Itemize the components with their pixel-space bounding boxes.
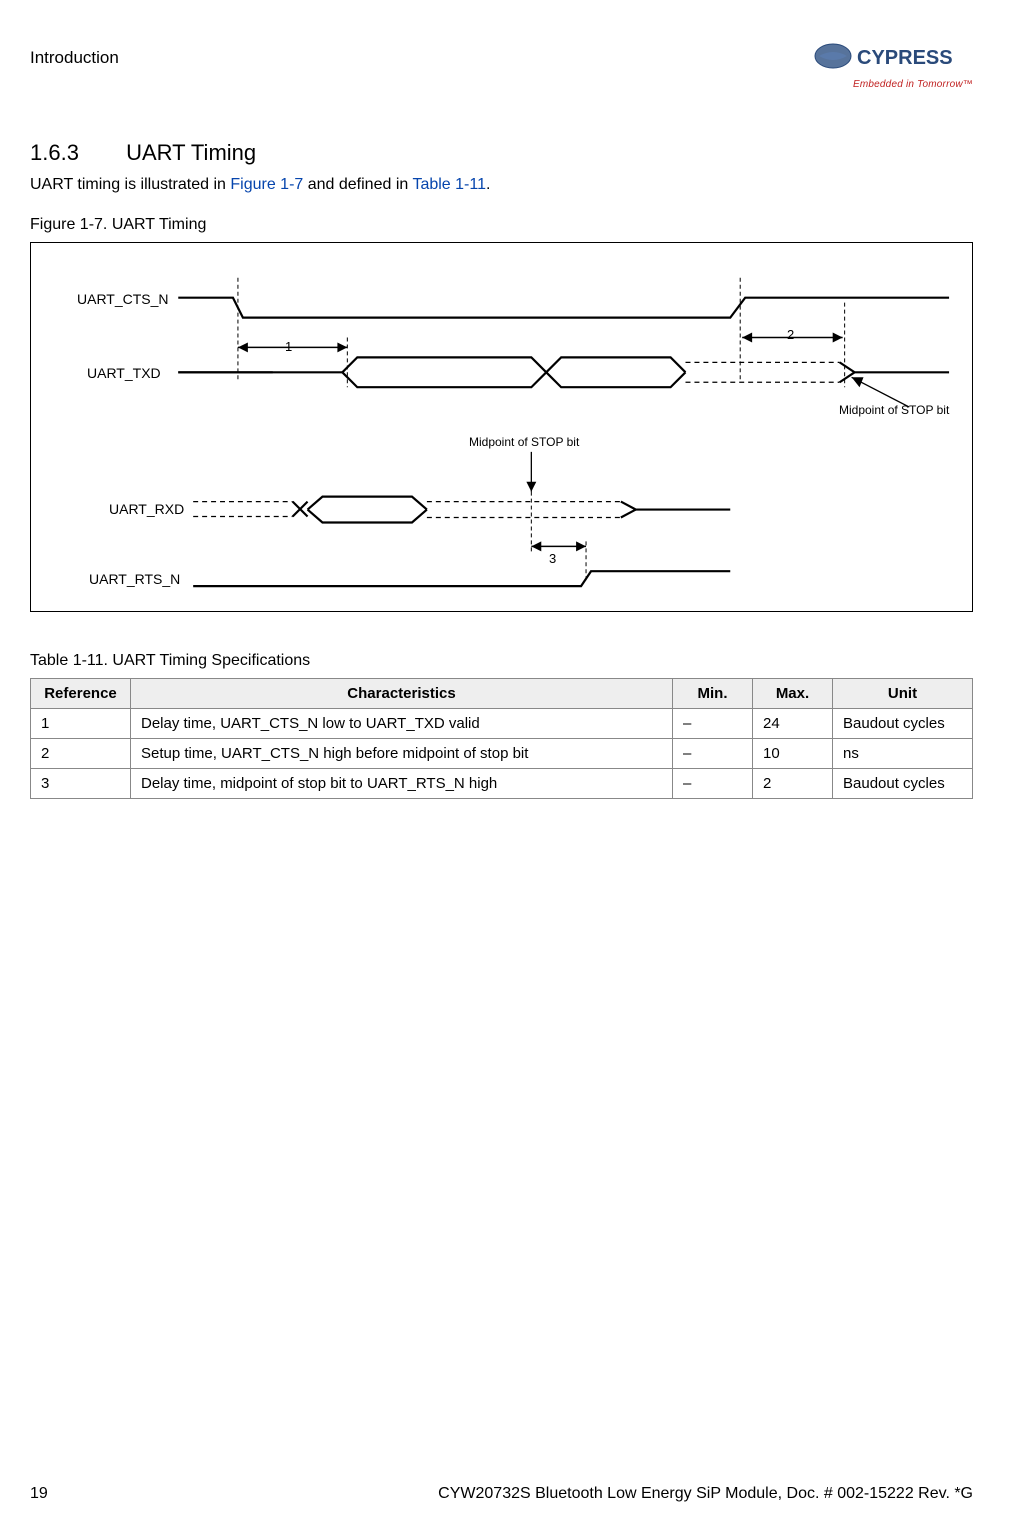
dimension-2: 2: [787, 327, 794, 342]
cell-ref: 3: [31, 769, 131, 799]
cell-min: –: [673, 709, 753, 739]
cell-unit: ns: [833, 739, 973, 769]
table-caption: Table 1-11. UART Timing Specifications: [30, 652, 973, 670]
signal-label-rxd: UART_RXD: [109, 501, 184, 517]
uart-timing-spec-table: Reference Characteristics Min. Max. Unit…: [30, 678, 973, 799]
vendor-logo-block: CYPRESS Embedded in Tomorrow™: [813, 40, 973, 90]
logo-text: CYPRESS: [857, 47, 953, 69]
figure-caption: Figure 1-7. UART Timing: [30, 216, 973, 234]
dimension-1: 1: [285, 339, 292, 354]
section-title: UART Timing: [126, 140, 256, 165]
signal-label-txd: UART_TXD: [87, 365, 161, 381]
cell-ref: 1: [31, 709, 131, 739]
signal-label-rts: UART_RTS_N: [89, 571, 180, 587]
th-characteristics: Characteristics: [131, 679, 673, 709]
intro-text-suffix: .: [486, 176, 490, 193]
timing-diagram-svg: [31, 243, 972, 611]
th-unit: Unit: [833, 679, 973, 709]
cell-char: Setup time, UART_CTS_N high before midpo…: [131, 739, 673, 769]
page-number: 19: [30, 1485, 48, 1503]
running-section-label: Introduction: [30, 40, 119, 68]
th-reference: Reference: [31, 679, 131, 709]
cypress-logo-icon: CYPRESS: [813, 40, 973, 76]
intro-text-mid: and defined in: [303, 176, 412, 193]
annotation-midpoint-bottom: Midpoint of STOP bit: [469, 435, 579, 449]
cell-min: –: [673, 739, 753, 769]
table-crossref-link[interactable]: Table 1-11: [412, 176, 486, 193]
th-max: Max.: [753, 679, 833, 709]
annotation-midpoint-top: Midpoint of STOP bit: [839, 403, 949, 417]
cell-max: 2: [753, 769, 833, 799]
cell-max: 10: [753, 739, 833, 769]
table-row: 2 Setup time, UART_CTS_N high before mid…: [31, 739, 973, 769]
table-header-row: Reference Characteristics Min. Max. Unit: [31, 679, 973, 709]
page: Introduction CYPRESS Embedded in Tomorro…: [0, 0, 1033, 1533]
cell-unit: Baudout cycles: [833, 709, 973, 739]
signal-label-cts: UART_CTS_N: [77, 291, 169, 307]
th-min: Min.: [673, 679, 753, 709]
page-header: Introduction CYPRESS Embedded in Tomorro…: [30, 40, 973, 90]
table-row: 3 Delay time, midpoint of stop bit to UA…: [31, 769, 973, 799]
cell-max: 24: [753, 709, 833, 739]
intro-paragraph: UART timing is illustrated in Figure 1-7…: [30, 176, 973, 194]
doc-reference: CYW20732S Bluetooth Low Energy SiP Modul…: [438, 1485, 973, 1503]
logo-tagline: Embedded in Tomorrow™: [813, 79, 973, 90]
section-number: 1.6.3: [30, 140, 120, 166]
cell-char: Delay time, midpoint of stop bit to UART…: [131, 769, 673, 799]
intro-text-prefix: UART timing is illustrated in: [30, 176, 230, 193]
page-footer: 19 CYW20732S Bluetooth Low Energy SiP Mo…: [30, 1485, 973, 1503]
cell-char: Delay time, UART_CTS_N low to UART_TXD v…: [131, 709, 673, 739]
cell-min: –: [673, 769, 753, 799]
uart-timing-figure: UART_CTS_N UART_TXD UART_RXD UART_RTS_N …: [30, 242, 973, 612]
section-heading: 1.6.3 UART Timing: [30, 140, 973, 166]
figure-crossref-link[interactable]: Figure 1-7: [230, 176, 303, 193]
dimension-3: 3: [549, 551, 556, 566]
cell-ref: 2: [31, 739, 131, 769]
cell-unit: Baudout cycles: [833, 769, 973, 799]
table-row: 1 Delay time, UART_CTS_N low to UART_TXD…: [31, 709, 973, 739]
